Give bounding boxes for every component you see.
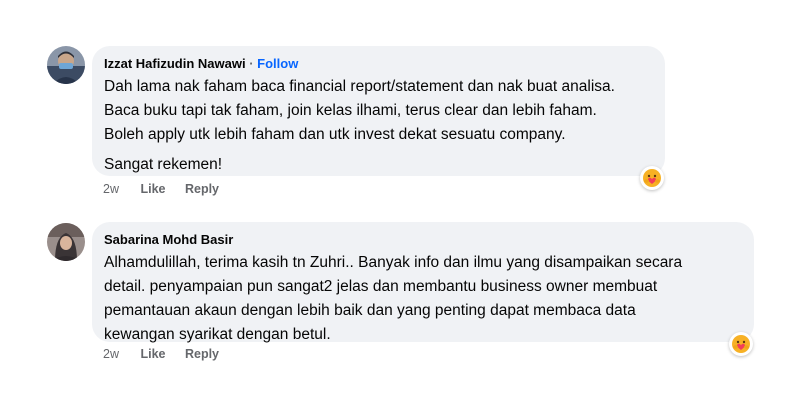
comment-line: Boleh apply utk lebih faham dan utk inve…	[104, 126, 566, 143]
comment-line: Alhamdulillah, terima kasih tn Zuhri.. B…	[104, 254, 683, 271]
avatar[interactable]	[47, 46, 85, 84]
comment-text: Alhamdulillah, terima kasih tn Zuhri.. B…	[104, 251, 740, 347]
comment-text: Dah lama nak faham baca financial report…	[104, 75, 651, 177]
like-button[interactable]: Like	[140, 346, 165, 362]
timestamp[interactable]: 2w	[103, 181, 119, 197]
like-button[interactable]: Like	[140, 181, 165, 197]
author-name[interactable]: Sabarina Mohd Basir	[104, 232, 233, 247]
comment-line: Dah lama nak faham baca financial report…	[104, 78, 615, 95]
comment-bubble: Sabarina Mohd Basir Alhamdulillah, terim…	[92, 222, 754, 343]
comment-line: kewangan syarikat dengan betul.	[104, 326, 331, 343]
separator: ·	[249, 56, 254, 71]
reply-button[interactable]: Reply	[185, 346, 219, 362]
author-line: Izzat Hafizudin Nawawi · Follow	[104, 55, 651, 73]
reply-button[interactable]: Reply	[185, 181, 219, 197]
comment-actions: 2w Like Reply	[103, 346, 235, 362]
comment-actions: 2w Like Reply	[103, 181, 235, 197]
comment-bubble: Izzat Hafizudin Nawawi · Follow Dah lama…	[92, 46, 665, 176]
timestamp[interactable]: 2w	[103, 346, 119, 362]
reaction-badge[interactable]	[640, 166, 664, 190]
care-emoji-icon	[643, 169, 661, 187]
avatar[interactable]	[47, 223, 85, 261]
author-name[interactable]: Izzat Hafizudin Nawawi	[104, 56, 246, 71]
author-line: Sabarina Mohd Basir	[104, 231, 740, 249]
care-emoji-icon	[732, 335, 750, 353]
avatar-photo-icon	[47, 223, 85, 261]
comment-line: detail. penyampaian pun sangat2 jelas da…	[104, 278, 658, 295]
reaction-badge[interactable]	[729, 332, 753, 356]
follow-button[interactable]: Follow	[257, 56, 298, 71]
comment-line: Baca buku tapi tak faham, join kelas ilh…	[104, 102, 597, 119]
comments-section: Izzat Hafizudin Nawawi · Follow Dah lama…	[0, 0, 800, 400]
avatar-photo-icon	[47, 46, 85, 84]
comment-line: pemantauan akaun dengan lebih baik dan y…	[104, 302, 636, 319]
comment-line: Sangat rekemen!	[104, 156, 223, 173]
